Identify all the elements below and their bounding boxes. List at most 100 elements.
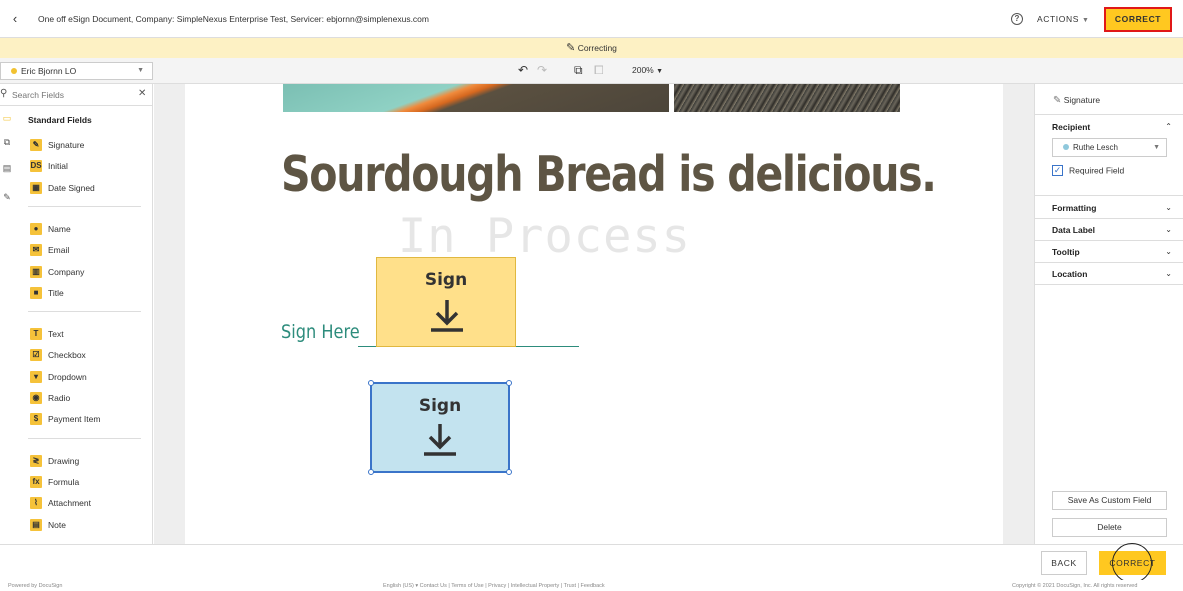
field-item-title[interactable]: ■ Title xyxy=(30,286,64,303)
section-formatting[interactable]: Formatting ⌄ xyxy=(1052,203,1172,213)
divider xyxy=(1035,218,1183,219)
divider xyxy=(28,205,141,207)
recipient-color-dot xyxy=(1063,144,1069,150)
required-field-label: Required Field xyxy=(1069,165,1125,176)
signature-pen-icon: ✎ xyxy=(1053,95,1062,106)
field-item-email[interactable]: ✉ Email xyxy=(30,244,69,260)
section-location[interactable]: Location ⌄ xyxy=(1052,269,1172,279)
field-type-label: ✎ Signature xyxy=(1053,95,1100,106)
paste-icon[interactable]: ⧠ xyxy=(594,63,604,78)
back-chevron-icon[interactable]: ‹ xyxy=(6,10,24,28)
envelope-icon: ✉ xyxy=(30,244,42,257)
person-icon: ● xyxy=(30,222,42,235)
section-data-label[interactable]: Data Label ⌄ xyxy=(1052,225,1172,235)
caret-down-icon: ▼ xyxy=(1081,17,1090,24)
zoom-value: 200% xyxy=(632,65,654,75)
signature-icon: ✎ xyxy=(30,139,42,151)
recipient-section-header[interactable]: Recipient ⌃ xyxy=(1052,122,1172,132)
field-item-label: Dropdown xyxy=(48,371,87,382)
banner-text: Correcting xyxy=(577,43,617,53)
resize-handle[interactable] xyxy=(368,380,374,386)
field-item-note[interactable]: ▤ Note xyxy=(30,518,66,535)
download-arrow-icon xyxy=(431,300,463,332)
divider xyxy=(28,311,141,313)
field-item-checkbox[interactable]: ☑ Checkbox xyxy=(30,349,86,365)
actions-label: ACTIONS xyxy=(1037,14,1079,24)
pencil-icon: ✎ xyxy=(566,42,576,54)
field-item-radio[interactable]: ◉ Radio xyxy=(30,392,70,408)
back-button[interactable]: BACK xyxy=(1041,551,1087,575)
field-item-attachment[interactable]: ⌇ Attachment xyxy=(30,497,91,513)
field-item-company[interactable]: ▥ Company xyxy=(30,265,84,282)
document-canvas: Sourdough Bread is delicious. In Process… xyxy=(154,84,1034,544)
undo-icon[interactable]: ↶ xyxy=(518,63,528,77)
resize-handle[interactable] xyxy=(506,469,512,475)
signature-tag-selected[interactable]: Sign xyxy=(368,380,512,475)
fields-tab-icon[interactable]: ▭ xyxy=(1,113,13,125)
section-title: Data Label xyxy=(1052,225,1095,235)
dropdown-icon: ▾ xyxy=(30,370,42,383)
section-tooltip[interactable]: Tooltip ⌄ xyxy=(1052,247,1172,257)
section-title: Tooltip xyxy=(1052,247,1080,257)
field-item-label: Signature xyxy=(48,140,85,150)
field-item-initial[interactable]: DS Initial xyxy=(30,160,68,176)
field-item-label: Payment Item xyxy=(48,414,101,425)
recipient-color-dot xyxy=(11,68,17,74)
delete-button[interactable]: Delete xyxy=(1052,518,1167,537)
caret-down-icon: ▼ xyxy=(1153,144,1160,151)
text-icon: T xyxy=(30,328,42,341)
custom-fields-tab-icon[interactable]: ⧉ xyxy=(1,137,13,149)
calendar-icon: ▦ xyxy=(30,181,42,194)
caret-down-icon: ▼ xyxy=(656,68,664,75)
redo-icon[interactable]: ↷ xyxy=(537,63,547,77)
field-item-payment-item[interactable]: $ Payment Item xyxy=(30,413,100,429)
chevron-down-icon: ⌄ xyxy=(1165,225,1172,234)
field-item-label: Text xyxy=(48,329,64,340)
actions-menu-button[interactable]: ACTIONS ▼ xyxy=(1037,14,1089,24)
document-heading: Sourdough Bread is delicious. xyxy=(281,146,937,203)
briefcase-icon: ■ xyxy=(30,286,42,299)
divider xyxy=(1035,284,1183,285)
stack-tab-icon[interactable]: ▤ xyxy=(1,163,13,175)
signature-tag[interactable]: Sign xyxy=(376,257,516,347)
footer-links[interactable]: English (US) ▾ Contact Us | Terms of Use… xyxy=(383,583,605,589)
field-type-text: Signature xyxy=(1063,95,1101,105)
divider xyxy=(28,437,141,439)
save-as-custom-field-button[interactable]: Save As Custom Field xyxy=(1052,491,1167,510)
chevron-down-icon: ⌄ xyxy=(1165,247,1172,256)
field-item-date-signed[interactable]: ▦ Date Signed xyxy=(30,181,95,198)
cursor-highlight-ring xyxy=(1112,543,1152,583)
divider xyxy=(1035,114,1183,115)
help-icon[interactable]: ? xyxy=(1011,13,1023,25)
field-item-label: Checkbox xyxy=(48,350,86,361)
recipient-header-text: Recipient xyxy=(1052,122,1091,132)
resize-handle[interactable] xyxy=(368,469,374,475)
correct-button-top[interactable]: CORRECT xyxy=(1104,7,1172,32)
field-item-formula[interactable]: fx Formula xyxy=(30,475,79,492)
radio-icon: ◉ xyxy=(30,392,42,404)
search-input[interactable] xyxy=(12,87,132,103)
pen-tab-icon[interactable]: ✎ xyxy=(1,192,13,204)
field-item-dropdown[interactable]: ▾ Dropdown xyxy=(30,370,87,387)
field-item-drawing[interactable]: ≷ Drawing xyxy=(30,454,79,471)
zoom-select[interactable]: 200% ▼ xyxy=(632,65,663,75)
recipient-dropdown[interactable]: Ruthe Lesch ▼ xyxy=(1052,138,1167,157)
paperclip-icon: ⌇ xyxy=(30,497,42,510)
chevron-down-icon: ⌄ xyxy=(1165,203,1172,212)
copy-icon[interactable]: ⧉ xyxy=(574,63,583,78)
close-icon[interactable]: ✕ xyxy=(138,88,146,99)
resize-handle[interactable] xyxy=(506,380,512,386)
recipient-select[interactable]: Eric Bjornn LO ▼ xyxy=(0,62,153,80)
in-process-watermark: In Process xyxy=(398,209,691,264)
initial-icon: DS xyxy=(30,160,42,173)
field-item-text[interactable]: T Text xyxy=(30,328,64,344)
sign-tag-text: Sign xyxy=(418,396,462,416)
caret-down-icon: ▼ xyxy=(137,67,144,74)
required-field-checkbox[interactable]: ✓ Required Field xyxy=(1052,165,1125,177)
field-item-name[interactable]: ● Name xyxy=(30,222,71,239)
formula-icon: fx xyxy=(30,475,42,488)
field-item-signature[interactable]: ✎ Signature xyxy=(30,139,84,155)
document-title: One off eSign Document, Company: SimpleN… xyxy=(38,14,429,24)
divider xyxy=(1035,195,1183,196)
field-item-label: Name xyxy=(48,223,71,234)
